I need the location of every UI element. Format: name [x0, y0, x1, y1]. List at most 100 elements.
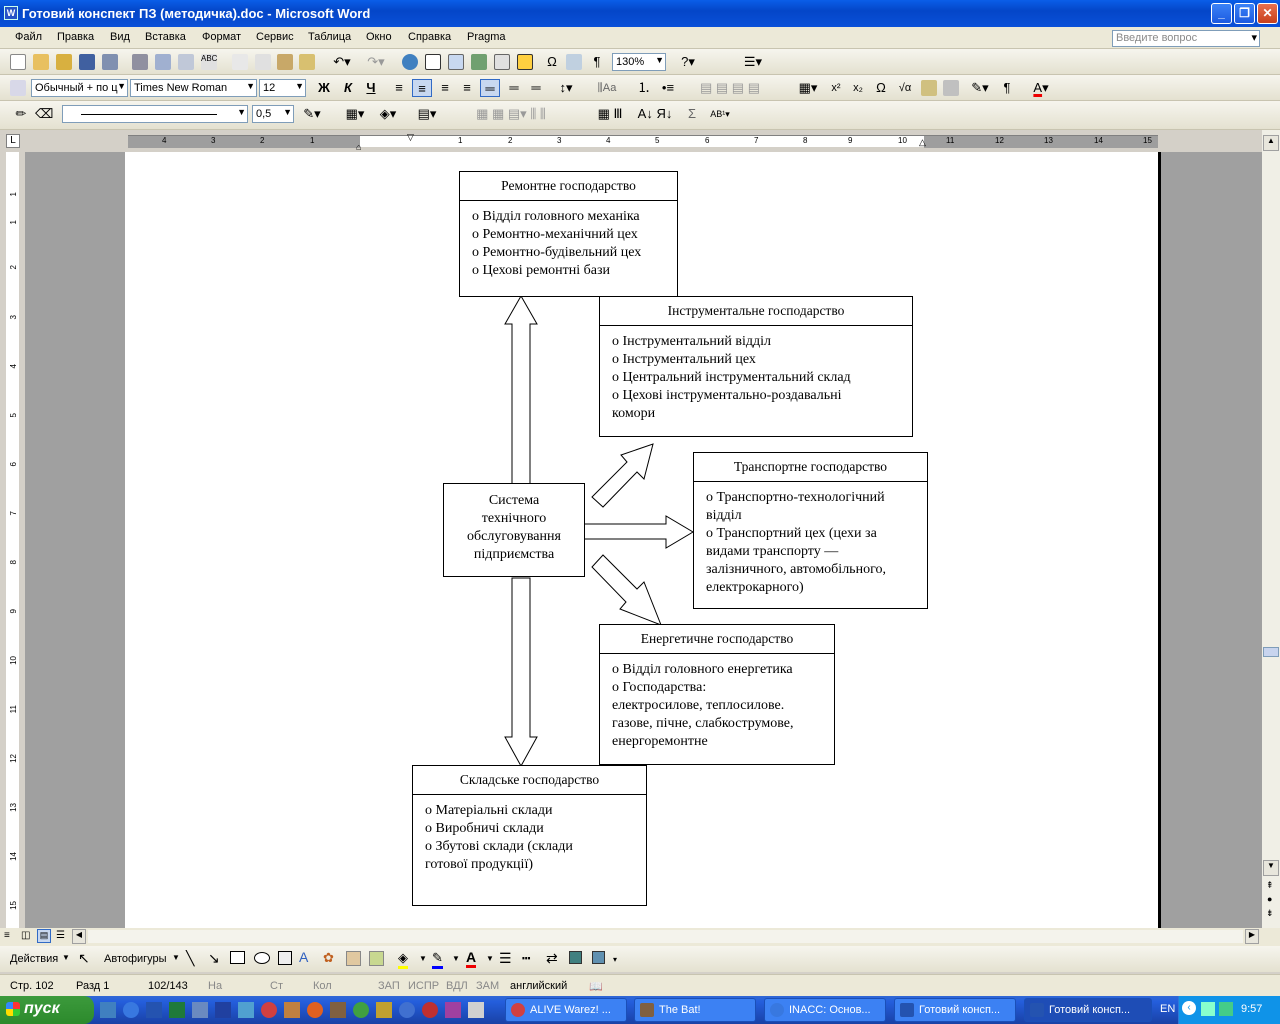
winrar-icon[interactable] [445, 1002, 461, 1018]
3d-icon[interactable] [592, 951, 605, 964]
firefox-icon[interactable] [307, 1002, 323, 1018]
omega-icon[interactable]: Ω [543, 53, 561, 71]
align-center-icon[interactable]: ≡ [412, 79, 432, 97]
thebat-quick-icon[interactable] [330, 1002, 346, 1018]
folder-icon[interactable] [56, 54, 72, 70]
shading-icon[interactable]: ◈▾ [373, 105, 403, 123]
left-indent-marker[interactable]: ⌂ [356, 142, 361, 152]
shadow-icon[interactable] [569, 951, 582, 964]
zoom-select[interactable]: 130% ▼ [612, 53, 666, 71]
icq-icon[interactable] [353, 1002, 369, 1018]
clock[interactable]: 9:57 [1241, 1003, 1262, 1015]
opera-icon[interactable] [261, 1002, 277, 1018]
permission-icon[interactable] [102, 54, 118, 70]
autoshapes-menu[interactable]: Автофигуры [104, 953, 167, 965]
styles-icon[interactable] [10, 80, 26, 96]
normal-view-icon[interactable]: ≡ [4, 930, 10, 941]
line-spacing-icon[interactable]: ↕▾ [552, 79, 580, 97]
copy-icon[interactable] [255, 54, 271, 70]
align2-icon[interactable]: ═ [527, 79, 545, 97]
close-button[interactable]: ✕ [1257, 3, 1278, 24]
web-view-icon[interactable]: ◫ [21, 930, 30, 941]
save-icon[interactable] [79, 54, 95, 70]
distributed-icon[interactable]: ═ [480, 79, 500, 97]
indent-icons[interactable]: ▤ ▤ ▤ ▤ [690, 79, 770, 97]
restore-button[interactable]: ❐ [1234, 3, 1255, 24]
symbol-icon[interactable]: Ω [872, 79, 890, 97]
chevron-down-icon[interactable]: ▼ [486, 954, 494, 963]
status-language[interactable]: английский [510, 980, 567, 992]
wordart-icon[interactable]: A [299, 949, 308, 965]
eraser-icon[interactable]: ⌫ [35, 105, 53, 123]
tables-borders-icon[interactable] [425, 54, 441, 70]
chevron-down-icon[interactable]: ▼ [172, 953, 180, 962]
pencil-icon[interactable]: ✏ [12, 105, 30, 123]
superscript-icon[interactable]: x² [828, 79, 844, 97]
language-indicator[interactable]: EN [1160, 1003, 1175, 1015]
underline-button[interactable]: Ч [363, 79, 379, 97]
explorer-icon[interactable] [238, 1002, 254, 1018]
task-the-bat[interactable]: The Bat! [634, 998, 756, 1022]
align-icon[interactable]: ═ [505, 79, 523, 97]
read-mode-icon[interactable]: ☰▾ [738, 53, 768, 71]
messenger-icon[interactable] [399, 1002, 415, 1018]
insert-picture-icon[interactable] [369, 951, 384, 966]
calc-icon[interactable] [468, 1002, 484, 1018]
save-quick-icon[interactable] [215, 1002, 231, 1018]
desktop-icon[interactable] [192, 1002, 208, 1018]
textbox-draw-icon[interactable] [278, 951, 292, 965]
scroll-down-button[interactable]: ▼ [1263, 860, 1279, 876]
print-preview-icon[interactable] [155, 54, 171, 70]
numbering-icon[interactable]: ⒈ [635, 79, 653, 97]
diagram-icon[interactable]: ✿ [323, 950, 334, 966]
scroll-left-button[interactable]: ◀ [72, 929, 86, 944]
sum-icon[interactable]: Σ [683, 105, 701, 123]
prev-page-icon[interactable]: ⇞ [1266, 880, 1274, 891]
undo-icon[interactable]: ↶▾ [328, 53, 356, 71]
status-trk[interactable]: ИСПР [408, 980, 439, 992]
cut-icon[interactable] [232, 54, 248, 70]
document-map-icon[interactable] [566, 54, 582, 70]
word-icon[interactable] [146, 1002, 162, 1018]
font-size-select[interactable]: 12 ▼ [259, 79, 306, 97]
drawing-icon[interactable] [517, 54, 533, 70]
tray-app-icon[interactable] [1219, 1002, 1233, 1016]
insert-excel-icon[interactable] [471, 54, 487, 70]
menu-table[interactable]: Таблица [308, 31, 351, 43]
clipart-icon[interactable] [346, 951, 361, 966]
line-color-icon[interactable]: ✎ [432, 950, 443, 969]
subscript-icon[interactable]: x₂ [850, 79, 866, 97]
media-icon[interactable] [422, 1002, 438, 1018]
app-icon[interactable] [284, 1002, 300, 1018]
highlight-icon[interactable]: ✎▾ [966, 79, 994, 97]
first-line-indent-marker[interactable]: ▽ [407, 132, 414, 143]
print-icon[interactable] [132, 54, 148, 70]
task-inacc[interactable]: INACC: Основ... [764, 998, 886, 1022]
more-buttons-icon[interactable]: ▾ [613, 955, 617, 964]
table-tools-icons[interactable]: ▦ ▦ ▤▾ ⫼ ⫼ [446, 105, 576, 123]
line-style-icon[interactable]: ☰ [499, 950, 512, 967]
spelling-status-icon[interactable]: 📖 [589, 980, 603, 993]
quicklaunch-icon[interactable] [100, 1002, 116, 1018]
pilcrow2-icon[interactable]: ¶ [999, 79, 1015, 97]
chevron-down-icon[interactable]: ▼ [452, 954, 460, 963]
browse-object-icon[interactable]: ● [1267, 894, 1272, 904]
oval-icon[interactable] [254, 952, 270, 964]
network-icon[interactable] [1201, 1002, 1215, 1016]
font-color-draw-icon[interactable]: A [466, 949, 477, 968]
word-app-icon[interactable]: W [4, 6, 18, 20]
new-doc-icon[interactable] [10, 54, 26, 70]
line-icon[interactable]: ╲ [186, 950, 194, 967]
spelling-icon[interactable]: ABC [201, 54, 217, 70]
redo-icon[interactable]: ↷▾ [362, 53, 390, 71]
textbox-icon[interactable] [943, 80, 959, 96]
vertical-scrollbar[interactable]: ▲ ▼ ⇞ ● ⇟ [1262, 130, 1280, 928]
fill-color-icon[interactable]: ◈ [398, 950, 408, 969]
excel-icon[interactable] [169, 1002, 185, 1018]
bold-button[interactable]: Ж [316, 79, 332, 97]
scroll-up-button[interactable]: ▲ [1263, 135, 1279, 151]
columns-icon[interactable] [494, 54, 510, 70]
menu-edit[interactable]: Правка [57, 31, 94, 43]
tool-icon[interactable] [376, 1002, 392, 1018]
outside-border-icon[interactable]: ▦▾ [340, 105, 370, 123]
